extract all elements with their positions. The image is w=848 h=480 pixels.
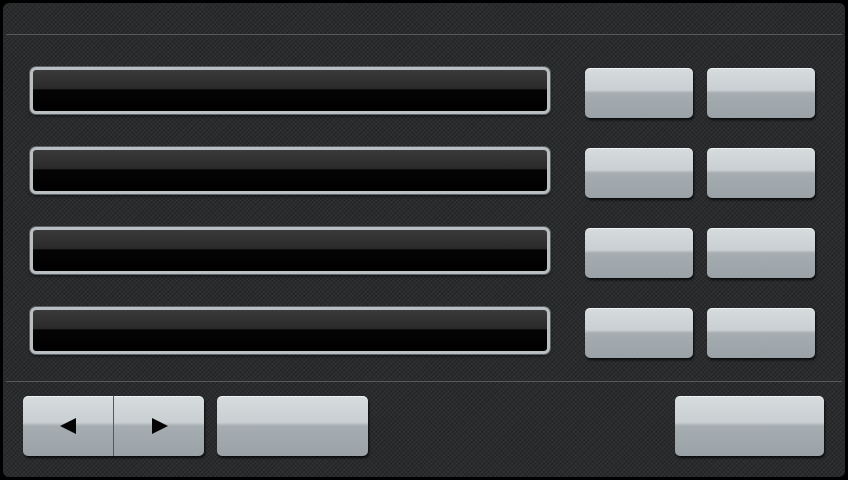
next-button[interactable]	[114, 396, 204, 456]
footer-middle-button[interactable]	[217, 396, 368, 456]
bottom-divider	[6, 381, 842, 382]
right-arrow-icon	[152, 418, 168, 434]
screen	[3, 3, 845, 477]
text-field-4[interactable]	[30, 307, 550, 354]
text-field-3[interactable]	[30, 227, 550, 274]
row-3-button-b[interactable]	[707, 228, 815, 278]
prev-button[interactable]	[23, 396, 114, 456]
row-2-button-b[interactable]	[707, 148, 815, 198]
row-1-button-a[interactable]	[585, 68, 693, 118]
page-nav-group	[23, 396, 204, 456]
row-1-button-b[interactable]	[707, 68, 815, 118]
footer-right-button[interactable]	[675, 396, 824, 456]
row-2-button-a[interactable]	[585, 148, 693, 198]
text-field-2[interactable]	[30, 147, 550, 194]
top-divider	[6, 34, 842, 35]
left-arrow-icon	[60, 418, 76, 434]
row-4-button-b[interactable]	[707, 308, 815, 358]
text-field-1[interactable]	[30, 67, 550, 114]
row-3-button-a[interactable]	[585, 228, 693, 278]
row-4-button-a[interactable]	[585, 308, 693, 358]
